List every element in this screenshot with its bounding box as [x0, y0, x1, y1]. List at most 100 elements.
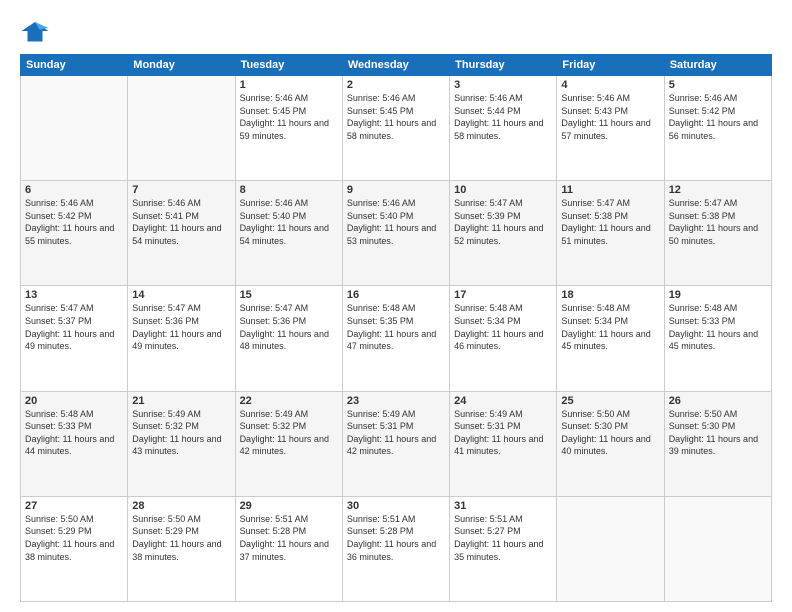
day-number: 31	[454, 500, 552, 512]
calendar-table: Sunday Monday Tuesday Wednesday Thursday…	[20, 54, 772, 602]
day-number: 16	[347, 289, 445, 301]
day-info: Sunrise: 5:47 AM Sunset: 5:38 PM Dayligh…	[669, 197, 767, 247]
day-info: Sunrise: 5:46 AM Sunset: 5:41 PM Dayligh…	[132, 197, 230, 247]
cell-0-2: 1Sunrise: 5:46 AM Sunset: 5:45 PM Daylig…	[235, 76, 342, 181]
col-sunday: Sunday	[21, 55, 128, 76]
day-number: 13	[25, 289, 123, 301]
day-number: 7	[132, 184, 230, 196]
cell-1-1: 7Sunrise: 5:46 AM Sunset: 5:41 PM Daylig…	[128, 181, 235, 286]
day-info: Sunrise: 5:51 AM Sunset: 5:28 PM Dayligh…	[347, 513, 445, 563]
day-info: Sunrise: 5:48 AM Sunset: 5:34 PM Dayligh…	[454, 302, 552, 352]
day-info: Sunrise: 5:50 AM Sunset: 5:29 PM Dayligh…	[25, 513, 123, 563]
day-number: 10	[454, 184, 552, 196]
day-number: 26	[669, 395, 767, 407]
day-number: 4	[561, 79, 659, 91]
day-number: 25	[561, 395, 659, 407]
day-info: Sunrise: 5:46 AM Sunset: 5:42 PM Dayligh…	[25, 197, 123, 247]
cell-1-0: 6Sunrise: 5:46 AM Sunset: 5:42 PM Daylig…	[21, 181, 128, 286]
cell-0-6: 5Sunrise: 5:46 AM Sunset: 5:42 PM Daylig…	[664, 76, 771, 181]
logo-icon	[20, 16, 50, 46]
day-info: Sunrise: 5:50 AM Sunset: 5:29 PM Dayligh…	[132, 513, 230, 563]
day-info: Sunrise: 5:49 AM Sunset: 5:31 PM Dayligh…	[347, 408, 445, 458]
week-row-1: 1Sunrise: 5:46 AM Sunset: 5:45 PM Daylig…	[21, 76, 772, 181]
cell-2-6: 19Sunrise: 5:48 AM Sunset: 5:33 PM Dayli…	[664, 286, 771, 391]
col-tuesday: Tuesday	[235, 55, 342, 76]
cell-0-3: 2Sunrise: 5:46 AM Sunset: 5:45 PM Daylig…	[342, 76, 449, 181]
day-info: Sunrise: 5:47 AM Sunset: 5:37 PM Dayligh…	[25, 302, 123, 352]
day-number: 5	[669, 79, 767, 91]
cell-4-2: 29Sunrise: 5:51 AM Sunset: 5:28 PM Dayli…	[235, 496, 342, 601]
page: Sunday Monday Tuesday Wednesday Thursday…	[0, 0, 792, 612]
day-info: Sunrise: 5:47 AM Sunset: 5:36 PM Dayligh…	[132, 302, 230, 352]
day-info: Sunrise: 5:47 AM Sunset: 5:39 PM Dayligh…	[454, 197, 552, 247]
cell-0-0	[21, 76, 128, 181]
cell-2-0: 13Sunrise: 5:47 AM Sunset: 5:37 PM Dayli…	[21, 286, 128, 391]
day-info: Sunrise: 5:50 AM Sunset: 5:30 PM Dayligh…	[669, 408, 767, 458]
cell-2-4: 17Sunrise: 5:48 AM Sunset: 5:34 PM Dayli…	[450, 286, 557, 391]
day-info: Sunrise: 5:49 AM Sunset: 5:32 PM Dayligh…	[132, 408, 230, 458]
week-row-3: 13Sunrise: 5:47 AM Sunset: 5:37 PM Dayli…	[21, 286, 772, 391]
day-number: 15	[240, 289, 338, 301]
cell-4-4: 31Sunrise: 5:51 AM Sunset: 5:27 PM Dayli…	[450, 496, 557, 601]
day-info: Sunrise: 5:47 AM Sunset: 5:36 PM Dayligh…	[240, 302, 338, 352]
day-number: 27	[25, 500, 123, 512]
cell-0-5: 4Sunrise: 5:46 AM Sunset: 5:43 PM Daylig…	[557, 76, 664, 181]
day-number: 22	[240, 395, 338, 407]
week-row-2: 6Sunrise: 5:46 AM Sunset: 5:42 PM Daylig…	[21, 181, 772, 286]
day-info: Sunrise: 5:46 AM Sunset: 5:45 PM Dayligh…	[240, 92, 338, 142]
cell-3-0: 20Sunrise: 5:48 AM Sunset: 5:33 PM Dayli…	[21, 391, 128, 496]
day-number: 30	[347, 500, 445, 512]
day-number: 6	[25, 184, 123, 196]
day-info: Sunrise: 5:48 AM Sunset: 5:33 PM Dayligh…	[25, 408, 123, 458]
cell-1-6: 12Sunrise: 5:47 AM Sunset: 5:38 PM Dayli…	[664, 181, 771, 286]
day-number: 20	[25, 395, 123, 407]
week-row-5: 27Sunrise: 5:50 AM Sunset: 5:29 PM Dayli…	[21, 496, 772, 601]
day-info: Sunrise: 5:46 AM Sunset: 5:40 PM Dayligh…	[240, 197, 338, 247]
day-number: 21	[132, 395, 230, 407]
cell-4-6	[664, 496, 771, 601]
cell-1-2: 8Sunrise: 5:46 AM Sunset: 5:40 PM Daylig…	[235, 181, 342, 286]
day-info: Sunrise: 5:46 AM Sunset: 5:43 PM Dayligh…	[561, 92, 659, 142]
day-number: 29	[240, 500, 338, 512]
day-info: Sunrise: 5:46 AM Sunset: 5:45 PM Dayligh…	[347, 92, 445, 142]
week-row-4: 20Sunrise: 5:48 AM Sunset: 5:33 PM Dayli…	[21, 391, 772, 496]
day-info: Sunrise: 5:50 AM Sunset: 5:30 PM Dayligh…	[561, 408, 659, 458]
day-number: 14	[132, 289, 230, 301]
day-number: 2	[347, 79, 445, 91]
day-number: 24	[454, 395, 552, 407]
day-info: Sunrise: 5:46 AM Sunset: 5:44 PM Dayligh…	[454, 92, 552, 142]
day-info: Sunrise: 5:46 AM Sunset: 5:40 PM Dayligh…	[347, 197, 445, 247]
day-number: 19	[669, 289, 767, 301]
cell-2-3: 16Sunrise: 5:48 AM Sunset: 5:35 PM Dayli…	[342, 286, 449, 391]
logo	[20, 16, 54, 46]
day-number: 3	[454, 79, 552, 91]
day-info: Sunrise: 5:47 AM Sunset: 5:38 PM Dayligh…	[561, 197, 659, 247]
day-info: Sunrise: 5:48 AM Sunset: 5:35 PM Dayligh…	[347, 302, 445, 352]
cell-3-3: 23Sunrise: 5:49 AM Sunset: 5:31 PM Dayli…	[342, 391, 449, 496]
day-number: 12	[669, 184, 767, 196]
cell-1-5: 11Sunrise: 5:47 AM Sunset: 5:38 PM Dayli…	[557, 181, 664, 286]
day-info: Sunrise: 5:48 AM Sunset: 5:34 PM Dayligh…	[561, 302, 659, 352]
day-number: 8	[240, 184, 338, 196]
day-info: Sunrise: 5:49 AM Sunset: 5:31 PM Dayligh…	[454, 408, 552, 458]
header	[20, 16, 772, 46]
col-saturday: Saturday	[664, 55, 771, 76]
cell-3-5: 25Sunrise: 5:50 AM Sunset: 5:30 PM Dayli…	[557, 391, 664, 496]
day-info: Sunrise: 5:49 AM Sunset: 5:32 PM Dayligh…	[240, 408, 338, 458]
cell-2-1: 14Sunrise: 5:47 AM Sunset: 5:36 PM Dayli…	[128, 286, 235, 391]
cell-3-6: 26Sunrise: 5:50 AM Sunset: 5:30 PM Dayli…	[664, 391, 771, 496]
cell-4-0: 27Sunrise: 5:50 AM Sunset: 5:29 PM Dayli…	[21, 496, 128, 601]
col-monday: Monday	[128, 55, 235, 76]
col-wednesday: Wednesday	[342, 55, 449, 76]
cell-2-2: 15Sunrise: 5:47 AM Sunset: 5:36 PM Dayli…	[235, 286, 342, 391]
calendar-body: 1Sunrise: 5:46 AM Sunset: 5:45 PM Daylig…	[21, 76, 772, 602]
day-number: 28	[132, 500, 230, 512]
cell-4-1: 28Sunrise: 5:50 AM Sunset: 5:29 PM Dayli…	[128, 496, 235, 601]
day-info: Sunrise: 5:46 AM Sunset: 5:42 PM Dayligh…	[669, 92, 767, 142]
day-info: Sunrise: 5:48 AM Sunset: 5:33 PM Dayligh…	[669, 302, 767, 352]
cell-1-3: 9Sunrise: 5:46 AM Sunset: 5:40 PM Daylig…	[342, 181, 449, 286]
cell-0-1	[128, 76, 235, 181]
cell-4-3: 30Sunrise: 5:51 AM Sunset: 5:28 PM Dayli…	[342, 496, 449, 601]
day-number: 23	[347, 395, 445, 407]
cell-0-4: 3Sunrise: 5:46 AM Sunset: 5:44 PM Daylig…	[450, 76, 557, 181]
